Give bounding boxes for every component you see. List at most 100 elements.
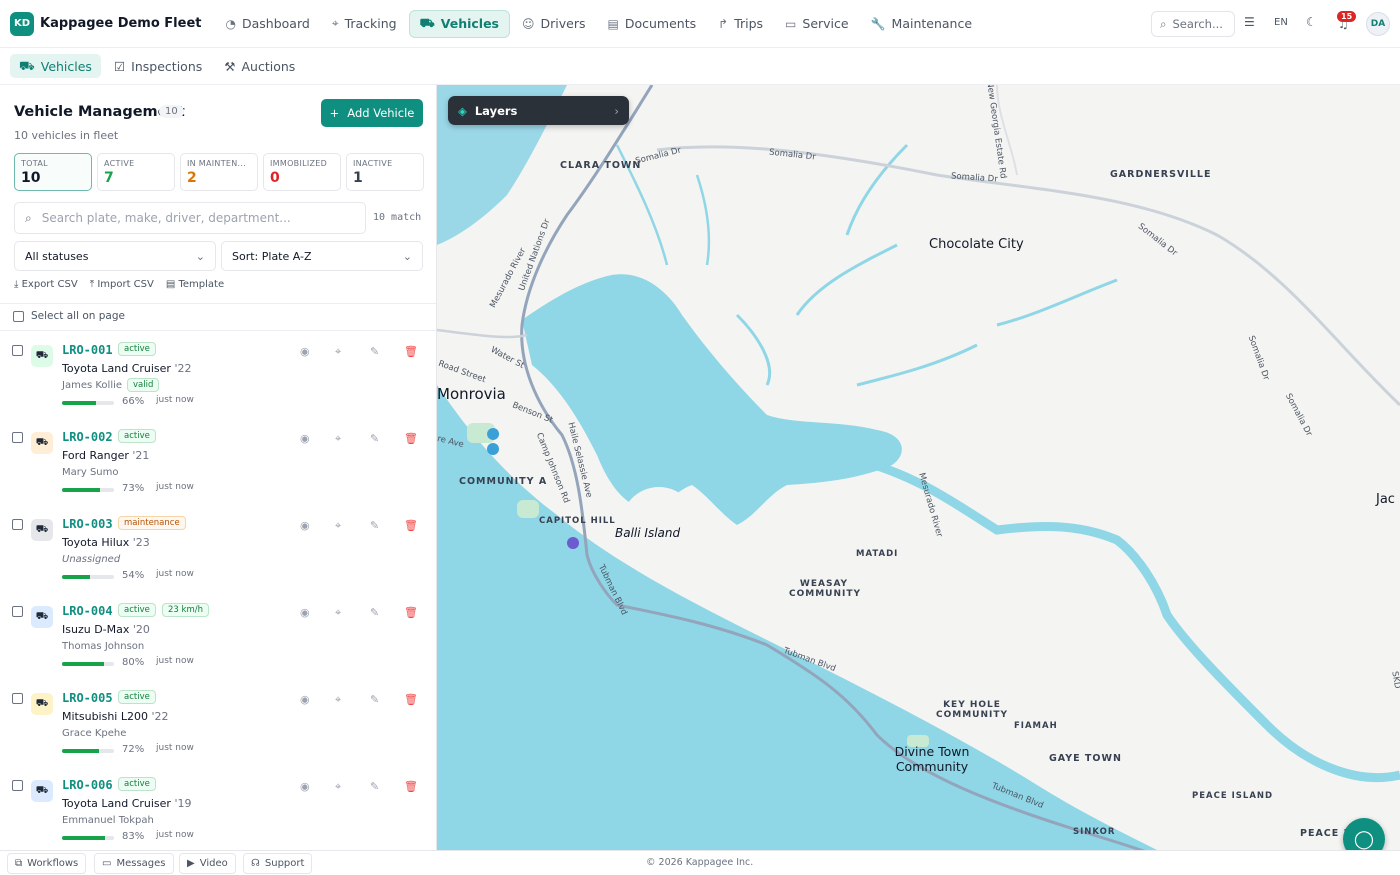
export-csv-link[interactable]: ⤓ Export CSV: [14, 279, 78, 290]
workflows-button[interactable]: ⧉ Workflows: [7, 853, 87, 874]
vehicle-model: Toyota Land Cruiser '22: [62, 362, 191, 375]
nav-maintenance[interactable]: 🔧 Maintenance: [861, 10, 982, 38]
select-all-checkbox[interactable]: [13, 310, 24, 322]
delete-trash-icon[interactable]: 🗑: [404, 519, 418, 532]
edit-pencil-icon[interactable]: ✎: [370, 606, 379, 619]
vehicle-type-icon: ⛟: [31, 606, 53, 628]
fuel-bar-fill: [62, 662, 104, 666]
view-eye-icon[interactable]: ◉: [300, 345, 310, 358]
edit-pencil-icon[interactable]: ✎: [370, 780, 379, 793]
vehicle-row[interactable]: ⛟ LRO-004 active 23 km/h Isuzu D-Max '20…: [0, 594, 436, 681]
locate-pin-icon[interactable]: ⌖: [335, 780, 341, 794]
subtab-label: Inspections: [131, 58, 203, 74]
row-checkbox[interactable]: [12, 519, 23, 530]
vehicle-search-input[interactable]: ⌕ Search plate, make, driver, department…: [14, 202, 366, 234]
vehicle-plate[interactable]: LRO-004: [62, 604, 113, 618]
vehicle-row[interactable]: ⛟ LRO-006 active Toyota Land Cruiser '19…: [0, 768, 436, 850]
truck-icon: ⛟: [419, 15, 435, 30]
locate-pin-icon[interactable]: ⌖: [335, 432, 341, 446]
last-update: just now: [156, 656, 194, 666]
model-name: Toyota Land Cruiser: [62, 797, 171, 810]
delete-trash-icon[interactable]: 🗑: [404, 432, 418, 445]
fuel-percent: 72%: [122, 744, 145, 755]
status-badge: active: [118, 429, 156, 443]
support-button[interactable]: ☊ Support: [243, 853, 313, 874]
edit-pencil-icon[interactable]: ✎: [370, 432, 379, 445]
view-eye-icon[interactable]: ◉: [300, 519, 310, 532]
row-checkbox[interactable]: [12, 345, 23, 356]
edit-pencil-icon[interactable]: ✎: [370, 693, 379, 706]
edit-pencil-icon[interactable]: ✎: [370, 345, 379, 358]
vehicle-row[interactable]: ⛟ LRO-005 active Mitsubishi L200 '22 Gra…: [0, 681, 436, 768]
location-pin-icon[interactable]: [487, 428, 500, 440]
nav-service[interactable]: ▭ Service: [775, 10, 859, 38]
locate-pin-icon[interactable]: ⌖: [335, 693, 341, 707]
stat-inactive[interactable]: INACTIVE 1: [346, 153, 424, 191]
nav-trips[interactable]: ↱ Trips: [708, 10, 773, 38]
subtab-vehicles[interactable]: ⛟ Vehicles: [10, 54, 101, 78]
row-checkbox[interactable]: [12, 780, 23, 791]
layers-button[interactable]: ◈ Layers ›: [448, 96, 629, 125]
stat-immobilized[interactable]: IMMOBILIZED 0: [263, 153, 341, 191]
vehicle-row[interactable]: ⛟ LRO-001 active Toyota Land Cruiser '22…: [0, 333, 436, 420]
vehicle-plate[interactable]: LRO-006: [62, 778, 113, 792]
vehicle-plate[interactable]: LRO-005: [62, 691, 113, 705]
vehicle-plate[interactable]: LRO-002: [62, 430, 113, 444]
locate-pin-icon[interactable]: ⌖: [335, 345, 341, 359]
map-label: CAPITOL HILL: [539, 516, 616, 526]
stat-active[interactable]: ACTIVE 7: [97, 153, 175, 191]
view-eye-icon[interactable]: ◉: [300, 780, 310, 793]
nav-tracking[interactable]: ⌖ Tracking: [322, 10, 407, 38]
match-count: 10 match: [373, 212, 422, 223]
status-filter-select[interactable]: All statuses ⌄: [14, 241, 216, 271]
delete-trash-icon[interactable]: 🗑: [404, 345, 418, 358]
filter-sliders-icon[interactable]: ☰: [1244, 15, 1255, 29]
speed-badge: 23 km/h: [162, 603, 209, 617]
row-checkbox[interactable]: [12, 606, 23, 617]
vehicle-row[interactable]: ⛟ LRO-003 maintenance Toyota Hilux '23 U…: [0, 507, 436, 594]
map-view[interactable]: ◈ Layers › CLARA TOWN GARDNERSVILLE Choc…: [437, 85, 1400, 850]
messages-button[interactable]: ▭ Messages: [94, 853, 174, 874]
view-eye-icon[interactable]: ◉: [300, 432, 310, 445]
subtab-inspections[interactable]: ☑ Inspections: [105, 54, 211, 78]
vehicle-row[interactable]: ⛟ LRO-002 active Ford Ranger '21 Mary Su…: [0, 420, 436, 507]
view-eye-icon[interactable]: ◉: [300, 693, 310, 706]
import-csv-link[interactable]: ⤒ Import CSV: [90, 279, 154, 290]
last-update: just now: [156, 482, 194, 492]
app-logo[interactable]: KD Kappagee Demo Fleet: [10, 11, 202, 36]
dark-mode-icon[interactable]: ☾: [1306, 15, 1317, 29]
edit-pencil-icon[interactable]: ✎: [370, 519, 379, 532]
view-eye-icon[interactable]: ◉: [300, 606, 310, 619]
vehicle-pin-icon[interactable]: [567, 537, 579, 549]
vehicle-type-icon: ⛟: [31, 519, 53, 541]
map-label: GAYE TOWN: [1049, 753, 1122, 764]
locate-pin-icon[interactable]: ⌖: [335, 519, 341, 533]
row-checkbox[interactable]: [12, 693, 23, 704]
subtab-auctions[interactable]: ⚒ Auctions: [215, 54, 304, 78]
vehicle-plate[interactable]: LRO-003: [62, 517, 113, 531]
add-vehicle-button[interactable]: + Add Vehicle: [321, 99, 423, 127]
stat-maintenance[interactable]: IN MAINTEN... 2: [180, 153, 258, 191]
row-checkbox[interactable]: [12, 432, 23, 443]
language-toggle[interactable]: EN: [1274, 17, 1288, 28]
vehicle-plate[interactable]: LRO-001: [62, 343, 113, 357]
nav-dashboard[interactable]: ◔ Dashboard: [216, 10, 320, 38]
page-subtitle: 10 vehicles in fleet: [14, 129, 119, 142]
delete-trash-icon[interactable]: 🗑: [404, 693, 418, 706]
delete-trash-icon[interactable]: 🗑: [404, 606, 418, 619]
avatar[interactable]: DA: [1366, 12, 1390, 36]
location-pin-icon[interactable]: [487, 443, 499, 455]
locate-pin-icon[interactable]: ⌖: [335, 606, 341, 620]
sort-select[interactable]: Sort: Plate A-Z ⌄: [221, 241, 423, 271]
delete-trash-icon[interactable]: 🗑: [404, 780, 418, 793]
video-button[interactable]: ▶ Video: [179, 853, 236, 874]
nav-documents[interactable]: ▤ Documents: [598, 10, 707, 38]
route-icon: ↱: [718, 16, 729, 31]
global-search[interactable]: ⌕ Search...: [1151, 11, 1235, 37]
nav-drivers[interactable]: ☺ Drivers: [512, 10, 596, 38]
template-link[interactable]: ▤ Template: [166, 279, 224, 290]
nav-vehicles[interactable]: ⛟ Vehicles: [408, 9, 510, 38]
sub-nav: ⛟ Vehicles ☑ Inspections ⚒ Auctions: [0, 48, 1400, 85]
stat-total[interactable]: TOTAL 10: [14, 153, 92, 191]
select-all[interactable]: Select all on page: [13, 310, 125, 322]
